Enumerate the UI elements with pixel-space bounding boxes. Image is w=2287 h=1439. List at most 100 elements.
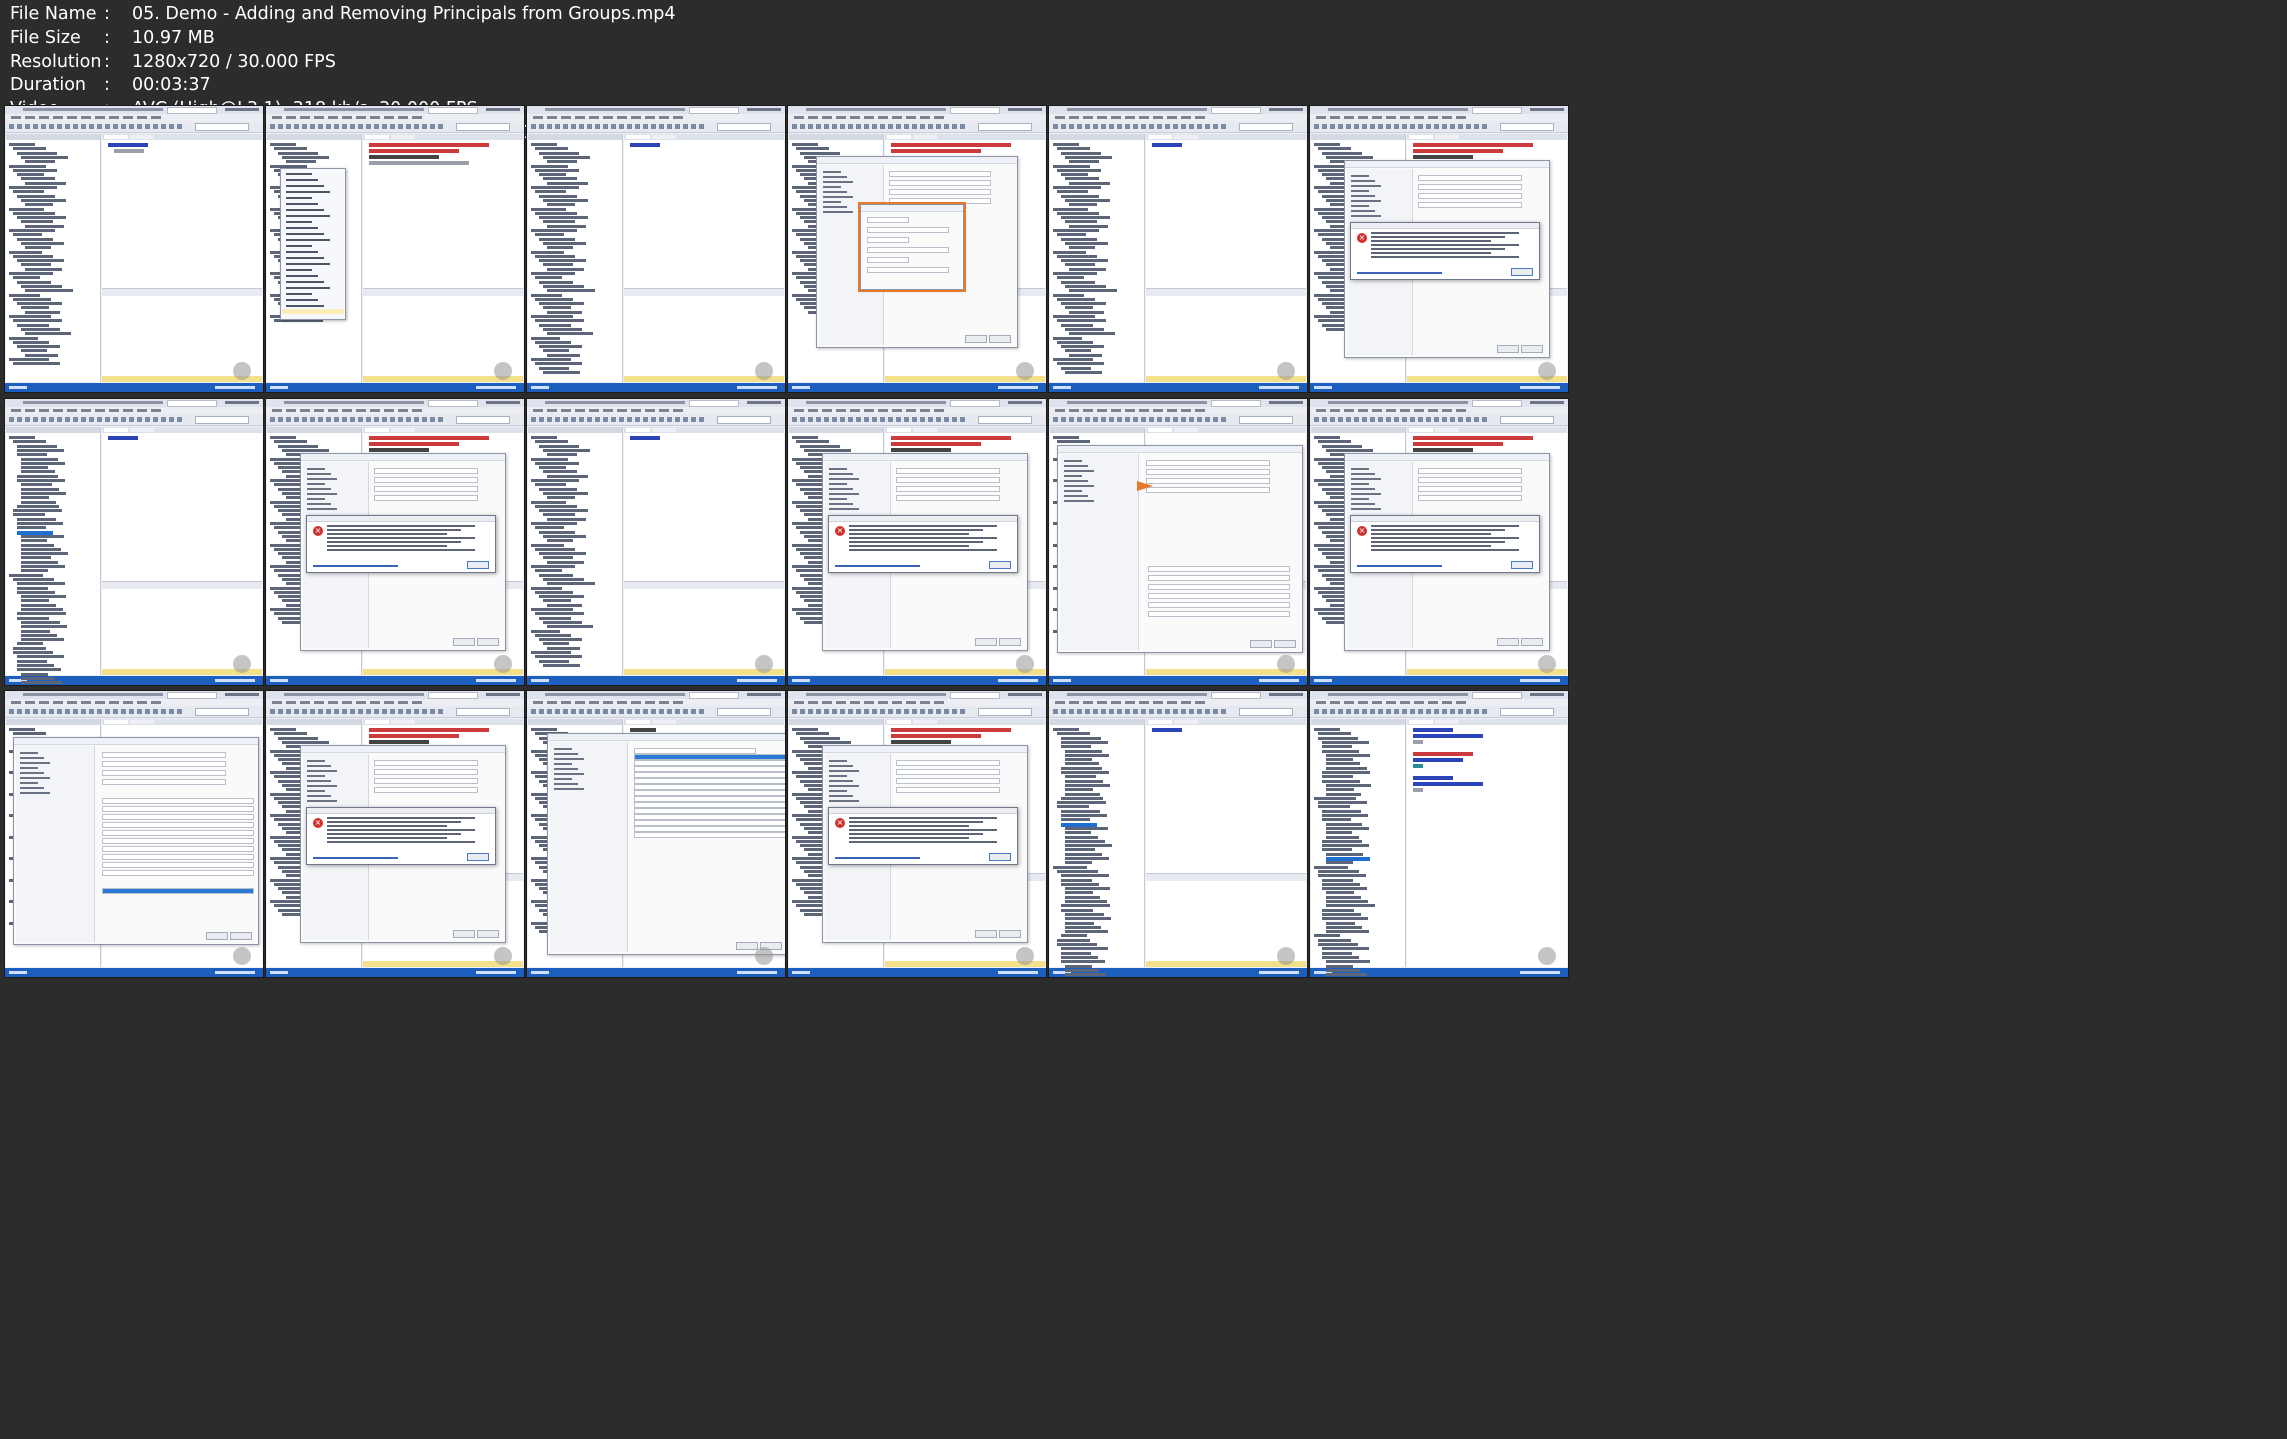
- tree-node: [17, 259, 64, 263]
- ok-button[interactable]: [453, 638, 475, 646]
- video-thumbnail[interactable]: ×: [787, 398, 1047, 686]
- toolbar-icon: [539, 417, 544, 422]
- object-explorer-header: [528, 719, 622, 725]
- tree-node: [1061, 814, 1107, 817]
- video-thumbnail[interactable]: [1048, 690, 1308, 978]
- ok-button[interactable]: [453, 930, 475, 938]
- menu-item: [286, 251, 318, 253]
- tree-node: [1322, 775, 1353, 779]
- toolbar-icon: [579, 709, 584, 714]
- tree-node: [1322, 839, 1362, 843]
- video-thumbnail[interactable]: ×: [265, 690, 525, 978]
- page-item: [1351, 508, 1381, 510]
- ok-button[interactable]: [206, 932, 228, 940]
- toolbar-icon: [651, 709, 656, 714]
- status-bar: [266, 968, 524, 977]
- video-thumbnail[interactable]: [1048, 398, 1308, 686]
- tree-node: [1057, 211, 1099, 215]
- query-editor: [624, 427, 784, 675]
- menu-item: [53, 116, 63, 119]
- toolbar-icon: [1085, 124, 1090, 129]
- cancel-button[interactable]: [230, 932, 252, 940]
- status-bar: [266, 383, 524, 392]
- ok-button[interactable]: [1497, 638, 1519, 646]
- status-text: [1053, 679, 1071, 682]
- menu-bar: [1310, 699, 1568, 706]
- video-thumbnail[interactable]: [526, 105, 786, 393]
- ok-button[interactable]: [1250, 640, 1272, 648]
- error-icon: ×: [835, 526, 845, 536]
- database-dropdown: [978, 416, 1032, 424]
- editor-tabs: [1407, 427, 1567, 433]
- tree-node: [1326, 891, 1354, 895]
- menu-item: [836, 116, 846, 119]
- menu-item: [645, 409, 655, 412]
- tree-node: [1053, 272, 1097, 275]
- video-thumbnail[interactable]: ×: [265, 398, 525, 686]
- tree-node: [1065, 930, 1108, 934]
- tree-node: [1326, 964, 1353, 968]
- tree-node: [1065, 306, 1093, 310]
- video-thumbnail[interactable]: [1048, 105, 1308, 393]
- toolbar-icon: [366, 124, 371, 129]
- cancel-button[interactable]: [477, 930, 499, 938]
- video-thumbnail[interactable]: [787, 105, 1047, 393]
- tree-node: [547, 246, 573, 250]
- tree-node: [21, 552, 68, 556]
- ok-button[interactable]: [467, 561, 489, 569]
- video-thumbnail[interactable]: [4, 398, 264, 686]
- ok-button[interactable]: [989, 561, 1011, 569]
- video-thumbnail[interactable]: ×: [1309, 398, 1569, 686]
- tree-node: [13, 211, 55, 215]
- ok-button[interactable]: [1497, 345, 1519, 353]
- cancel-button[interactable]: [1521, 638, 1543, 646]
- cancel-button[interactable]: [1274, 640, 1296, 648]
- toolbar-icon: [129, 417, 134, 422]
- video-thumbnail[interactable]: ×: [787, 690, 1047, 978]
- ok-button[interactable]: [1511, 561, 1533, 569]
- cancel-button[interactable]: [1521, 345, 1543, 353]
- cancel-button[interactable]: [999, 638, 1021, 646]
- ok-button[interactable]: [467, 853, 489, 861]
- ok-button[interactable]: [975, 930, 997, 938]
- tree-node: [531, 543, 564, 547]
- menu-bar: [266, 407, 524, 414]
- video-thumbnail[interactable]: [526, 690, 786, 978]
- toolbar-icon: [555, 124, 560, 129]
- toolbar-icon: [318, 124, 323, 129]
- video-thumbnail[interactable]: [1309, 690, 1569, 978]
- video-thumbnail[interactable]: [4, 105, 264, 393]
- ok-button[interactable]: [1511, 268, 1533, 276]
- toolbar-icon: [1362, 417, 1367, 422]
- code-line: [369, 149, 459, 153]
- toolbar-icon: [1426, 124, 1431, 129]
- video-thumbnail[interactable]: ×: [1309, 105, 1569, 393]
- cancel-button[interactable]: [989, 335, 1011, 343]
- page-item: [829, 478, 859, 480]
- ok-button[interactable]: [736, 942, 758, 950]
- cancel-button[interactable]: [477, 638, 499, 646]
- toolbar-icon: [430, 417, 435, 422]
- tree-node: [1326, 852, 1363, 856]
- tree-node: [270, 436, 296, 439]
- tree-node: [1326, 762, 1360, 766]
- toolbar-icon: [667, 417, 672, 422]
- page-item: [1351, 483, 1369, 485]
- menu-item: [934, 116, 944, 119]
- code-line: [1413, 734, 1483, 738]
- tree-node: [1061, 934, 1087, 938]
- video-thumbnail[interactable]: [4, 690, 264, 978]
- toolbar: [5, 706, 263, 718]
- video-thumbnail[interactable]: [526, 398, 786, 686]
- video-thumbnail[interactable]: [265, 105, 525, 393]
- toolbar-icon: [1386, 124, 1391, 129]
- toolbar-icon: [414, 124, 419, 129]
- toolbar-icon: [563, 709, 568, 714]
- menu-item: [1139, 116, 1149, 119]
- ok-button[interactable]: [965, 335, 987, 343]
- tree-node: [547, 539, 573, 543]
- page-item: [823, 181, 853, 183]
- ok-button[interactable]: [975, 638, 997, 646]
- cancel-button[interactable]: [999, 930, 1021, 938]
- ok-button[interactable]: [989, 853, 1011, 861]
